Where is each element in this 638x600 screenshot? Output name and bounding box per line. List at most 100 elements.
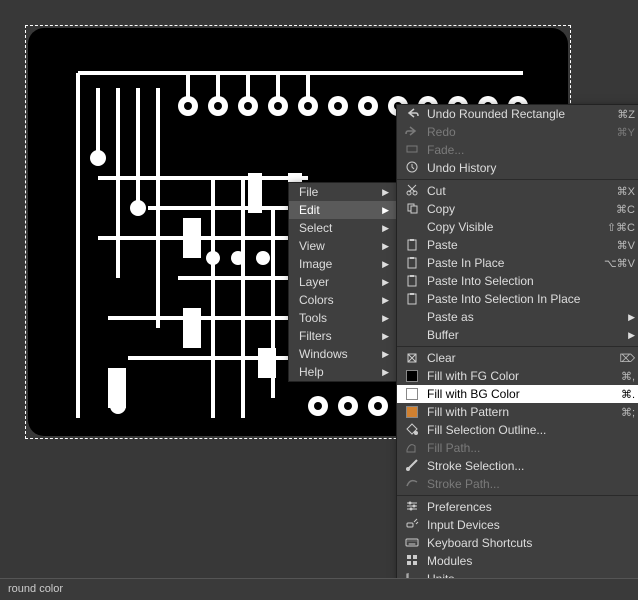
menu-label: Stroke Path...: [427, 477, 500, 491]
submenu-arrow-icon: ▶: [370, 187, 389, 198]
undo-icon: [405, 106, 419, 123]
menu-label: Fill with BG Color: [427, 387, 520, 401]
menu-label: Image: [299, 257, 332, 271]
menu-item-paste-as[interactable]: Paste as ▶: [397, 308, 638, 326]
submenu-arrow-icon: ▶: [370, 277, 389, 288]
menu-item-buffer[interactable]: Buffer▶: [397, 326, 638, 344]
menu-item-fade: Fade...: [397, 141, 638, 159]
shortcut-label: ⌘C: [598, 203, 635, 216]
input-icon: [405, 517, 419, 534]
submenu-arrow-icon: ▶: [370, 259, 389, 270]
submenu-arrow-icon: ▶: [370, 349, 389, 360]
menu-label: Cut: [427, 184, 446, 198]
menu-item-windows[interactable]: Windows ▶: [289, 345, 397, 363]
menu-label: Paste Into Selection In Place: [427, 292, 580, 306]
paste-icon: [405, 291, 419, 308]
menu-separator: [397, 346, 638, 347]
copy-icon: [405, 201, 419, 218]
menu-label: Undo Rounded Rectangle: [427, 107, 565, 121]
shortcut-label: ⇧⌘C: [589, 221, 635, 234]
menu-item-paste[interactable]: Paste ⌘V: [397, 236, 638, 254]
menu-label: Fill Selection Outline...: [427, 423, 546, 437]
menu-item-fill-with-pattern[interactable]: Fill with Pattern ⌘;: [397, 403, 638, 421]
menu-item-cut[interactable]: Cut ⌘X: [397, 182, 638, 200]
menu-item-input-devices[interactable]: Input Devices: [397, 516, 638, 534]
menu-item-fill-with-fg-color[interactable]: Fill with FG Color ⌘,: [397, 367, 638, 385]
submenu-arrow-icon: ▶: [370, 223, 389, 234]
menu-label: Colors: [299, 293, 334, 307]
paste-icon: [405, 273, 419, 290]
submenu-arrow-icon: ▶: [370, 367, 389, 378]
menu-label: Stroke Selection...: [427, 459, 524, 473]
menu-label: Copy Visible: [427, 220, 493, 234]
submenu-arrow-icon: ▶: [370, 295, 389, 306]
status-bar: round color: [0, 578, 638, 600]
menu-item-modules[interactable]: Modules: [397, 552, 638, 570]
menu-label: View: [299, 239, 325, 253]
submenu-arrow-icon: ▶: [616, 312, 635, 323]
menu-label: Fill with Pattern: [427, 405, 509, 419]
fade-icon: [405, 142, 419, 159]
menu-label: Select: [299, 221, 332, 235]
menu-item-paste-into-selection[interactable]: Paste Into Selection: [397, 272, 638, 290]
menu-label: Keyboard Shortcuts: [427, 536, 532, 550]
menu-separator: [397, 179, 638, 180]
clear-icon: [405, 350, 419, 367]
menu-item-view[interactable]: View ▶: [289, 237, 397, 255]
menu-item-stroke-path: Stroke Path...: [397, 475, 638, 493]
menu-item-clear[interactable]: Clear⌦: [397, 349, 638, 367]
fillpath-icon: [405, 440, 419, 457]
menu-item-keyboard-shortcuts[interactable]: Keyboard Shortcuts: [397, 534, 638, 552]
menu-item-fill-with-bg-color[interactable]: Fill with BG Color⌘.: [397, 385, 638, 403]
pat-swatch-icon: [406, 406, 418, 418]
menu-item-filters[interactable]: Filters ▶: [289, 327, 397, 345]
shortcut-label: ⌘X: [599, 185, 635, 198]
menu-item-paste-into-selection-in-place[interactable]: Paste Into Selection In Place: [397, 290, 638, 308]
menu-item-copy-visible[interactable]: Copy Visible ⇧⌘C: [397, 218, 638, 236]
menu-label: Help: [299, 365, 324, 379]
submenu-arrow-icon: ▶: [370, 331, 389, 342]
menu-item-help[interactable]: Help ▶: [289, 363, 397, 381]
menu-label: Paste: [427, 238, 458, 252]
submenu-arrow-icon: ▶: [370, 205, 389, 216]
shortcut-label: ⌘;: [603, 406, 635, 419]
menu-item-preferences[interactable]: Preferences: [397, 498, 638, 516]
paste-icon: [405, 255, 419, 272]
menu-label: File: [299, 185, 318, 199]
menu-label: Windows: [299, 347, 348, 361]
menu-item-stroke-selection[interactable]: Stroke Selection...: [397, 457, 638, 475]
bg-swatch-icon: [406, 388, 418, 400]
shortcut-label: ⌘V: [599, 239, 635, 252]
menu-item-select[interactable]: Select ▶: [289, 219, 397, 237]
menu-item-redo: Redo⌘Y: [397, 123, 638, 141]
menu-label: Input Devices: [427, 518, 500, 532]
menu-label: Fill Path...: [427, 441, 480, 455]
menu-label: Paste In Place: [427, 256, 504, 270]
cut-icon: [405, 183, 419, 200]
menu-item-fill-selection-outline[interactable]: Fill Selection Outline...: [397, 421, 638, 439]
menu-label: Redo: [427, 125, 456, 139]
menu-item-undo-rounded-rectangle[interactable]: Undo Rounded Rectangle⌘Z: [397, 105, 638, 123]
menu-label: Buffer: [427, 328, 459, 342]
menu-item-colors[interactable]: Colors ▶: [289, 291, 397, 309]
menu-item-tools[interactable]: Tools▶: [289, 309, 397, 327]
menu-item-paste-in-place[interactable]: Paste In Place⌥⌘V: [397, 254, 638, 272]
menu-label: Tools: [299, 311, 327, 325]
menu-label: Fill with FG Color: [427, 369, 519, 383]
menu-item-layer[interactable]: Layer▶: [289, 273, 397, 291]
status-text: round color: [8, 583, 63, 595]
menu-label: Undo History: [427, 161, 496, 175]
menu-label: Preferences: [427, 500, 492, 514]
menu-item-file[interactable]: File ▶: [289, 183, 397, 201]
menu-item-image[interactable]: Image ▶: [289, 255, 397, 273]
menu-item-copy[interactable]: Copy⌘C: [397, 200, 638, 218]
menu-item-edit[interactable]: Edit▶: [289, 201, 397, 219]
menu-item-undo-history[interactable]: Undo History: [397, 159, 638, 177]
fg-swatch-icon: [406, 370, 418, 382]
menu-label: Paste as: [427, 310, 474, 324]
menu-label: Filters: [299, 329, 332, 343]
shortcut-label: ⌘,: [603, 370, 635, 383]
submenu-arrow-icon: ▶: [370, 241, 389, 252]
context-menu-edit: Undo Rounded Rectangle⌘ZRedo⌘YFade... Und…: [396, 104, 638, 589]
shortcut-label: ⌦: [601, 352, 635, 365]
